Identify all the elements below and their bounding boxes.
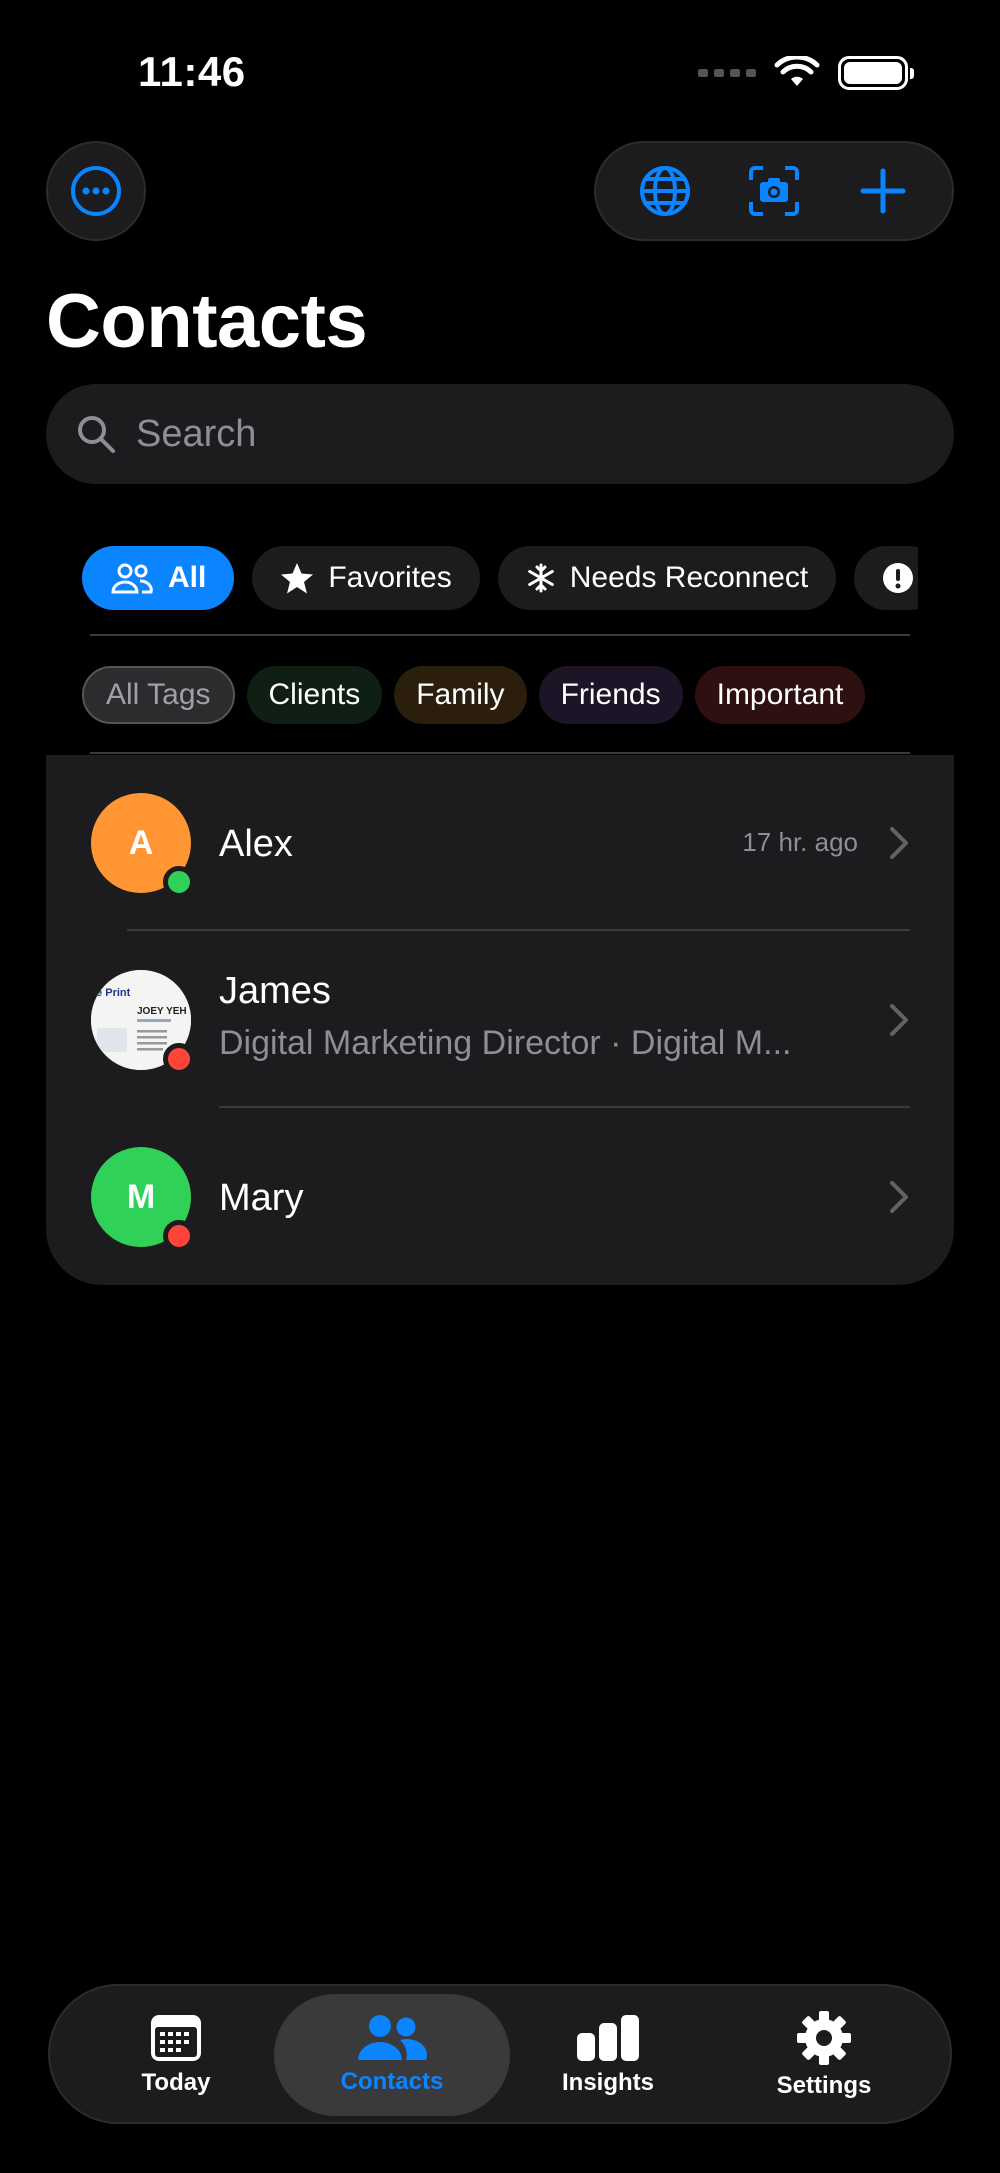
snowflake-icon — [527, 563, 554, 593]
contact-subtitle: Digital Marketing Director · Digital M..… — [219, 1024, 792, 1062]
scan-card-button[interactable] — [734, 151, 814, 231]
tag-important[interactable]: Important — [694, 666, 866, 724]
filter-all-label: All — [168, 561, 207, 594]
cellular-signal-icon — [698, 69, 756, 77]
people-icon — [358, 2015, 428, 2060]
more-options-button[interactable] — [46, 141, 146, 241]
filter-chips: All Favorites Needs Reconnect — [82, 546, 918, 610]
filter-needs-reconnect[interactable]: Needs Reconnect — [497, 546, 837, 610]
add-contact-button[interactable] — [843, 151, 923, 231]
status-time: 11:46 — [138, 48, 246, 95]
search-input[interactable] — [136, 412, 896, 456]
star-icon — [281, 563, 314, 594]
filter-favorites-label: Favorites — [328, 561, 452, 594]
wifi-icon — [774, 56, 820, 86]
people-icon — [111, 563, 153, 594]
tab-settings[interactable]: Settings — [706, 1994, 942, 2116]
contacts-list: A Alex 17 hr. ago le Print JOEY YEH Jame… — [46, 755, 954, 1285]
row-separator — [219, 1106, 910, 1108]
battery-icon — [838, 56, 914, 90]
globe-icon — [639, 166, 690, 216]
tags-divider — [90, 752, 910, 754]
filter-favorites[interactable]: Favorites — [252, 546, 480, 610]
tab-bar: Today Contacts Insights Settings — [48, 1984, 952, 2124]
contact-name: James — [219, 970, 331, 1012]
search-bar[interactable] — [46, 384, 954, 484]
bar-chart-icon — [577, 2015, 639, 2061]
header-actions — [594, 141, 954, 241]
tab-contacts-label: Contacts — [340, 2068, 444, 2095]
exclamation-icon — [883, 563, 914, 593]
filter-all[interactable]: All — [82, 546, 235, 610]
status-dot-red — [163, 1220, 195, 1252]
globe-button[interactable] — [625, 151, 705, 231]
camera-viewfinder-icon — [748, 166, 799, 216]
contact-row-mary[interactable]: M Mary — [46, 1109, 954, 1285]
tag-friends[interactable]: Friends — [538, 666, 683, 724]
tab-today[interactable]: Today — [58, 1994, 294, 2116]
chevron-right-icon — [890, 827, 908, 859]
tag-all[interactable]: All Tags — [82, 666, 235, 724]
gear-icon — [797, 2011, 851, 2065]
tab-insights[interactable]: Insights — [490, 1994, 726, 2116]
tag-clients[interactable]: Clients — [246, 666, 383, 724]
card-person-text: JOEY YEH — [137, 1006, 187, 1017]
last-contact-time: 17 hr. ago — [742, 827, 858, 857]
status-dot-red — [163, 1043, 195, 1075]
tag-family[interactable]: Family — [394, 666, 527, 724]
tab-insights-label: Insights — [561, 2069, 654, 2096]
contact-name: Mary — [219, 1177, 304, 1219]
chevron-right-icon — [890, 1181, 908, 1213]
tag-chips: All Tags Clients Family Friends Importan… — [82, 666, 918, 724]
filters-divider — [90, 634, 910, 636]
contact-row-alex[interactable]: A Alex 17 hr. ago — [46, 755, 954, 931]
status-indicators — [698, 56, 914, 90]
card-brand-text: le Print — [93, 987, 131, 999]
page-title: Contacts — [46, 279, 368, 364]
search-icon — [78, 416, 115, 453]
tab-settings-label: Settings — [776, 2072, 872, 2099]
contact-row-james[interactable]: le Print JOEY YEH James Digital Marketin… — [46, 932, 954, 1108]
contact-name: Alex — [219, 823, 293, 865]
row-separator — [127, 929, 910, 931]
ellipsis-circle-icon — [71, 166, 121, 216]
tab-today-label: Today — [141, 2069, 211, 2096]
tab-contacts[interactable]: Contacts — [274, 1994, 510, 2116]
filter-important[interactable] — [854, 546, 918, 610]
calendar-icon — [151, 2015, 201, 2061]
chevron-right-icon — [890, 1004, 908, 1036]
plus-icon — [860, 168, 906, 214]
filter-needs-reconnect-label: Needs Reconnect — [569, 561, 809, 594]
status-dot-green — [163, 866, 195, 898]
